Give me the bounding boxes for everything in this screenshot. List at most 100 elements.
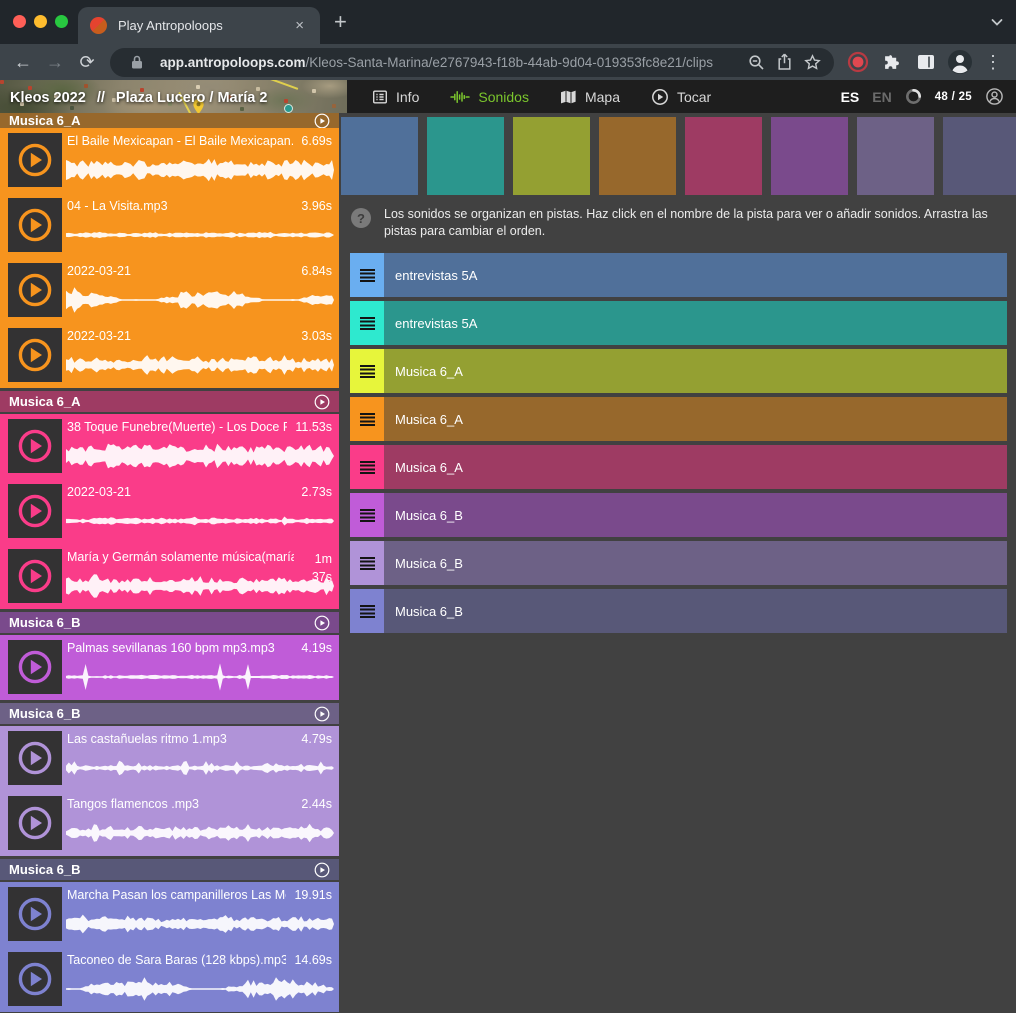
section-play-icon[interactable] [314, 394, 330, 410]
side-panel-icon[interactable] [910, 46, 942, 78]
track-row[interactable]: Musica 6_A [350, 397, 1007, 441]
clip-item[interactable]: 2022-03-21 3.03s [0, 323, 339, 388]
track-drag-handle[interactable] [350, 493, 384, 537]
section-play-icon[interactable] [314, 615, 330, 631]
track-color-swatch[interactable] [341, 117, 418, 195]
clip-item[interactable]: Las castañuelas ritmo 1.mp3 4.79s [0, 726, 339, 791]
clip-duration: 19.91s [294, 888, 332, 902]
nav-mapa[interactable]: Mapa [560, 89, 620, 105]
map-thumbnail[interactable]: Kleos 2022 // Plaza Lucero / María 2 [0, 80, 347, 113]
nav-tocar[interactable]: Tocar [651, 88, 711, 106]
track-name-button[interactable]: Musica 6_A [384, 445, 1007, 489]
section-header[interactable]: Musica 6_A [0, 113, 339, 128]
clipped-section-header[interactable]: Musica 6_A [0, 113, 339, 128]
nav-sonidos[interactable]: Sonidos [450, 89, 529, 105]
track-row[interactable]: Musica 6_B [350, 493, 1007, 537]
browser-tab[interactable]: Play Antropoloops × [78, 7, 320, 44]
track-row[interactable]: Musica 6_B [350, 589, 1007, 633]
track-name-button[interactable]: Musica 6_B [384, 589, 1007, 633]
clip-item[interactable]: Marcha Pasan los campanilleros Las Mejor… [0, 882, 339, 947]
track-drag-handle[interactable] [350, 253, 384, 297]
section-header[interactable]: Musica 6_B [0, 612, 339, 633]
browser-menu-dots-icon[interactable]: ⋮ [978, 47, 1008, 77]
track-name-button[interactable]: Musica 6_B [384, 541, 1007, 585]
clip-play-button[interactable] [8, 952, 62, 1006]
lang-es-button[interactable]: ES [841, 89, 860, 105]
share-icon[interactable] [770, 48, 798, 76]
track-row[interactable]: entrevistas 5A [350, 301, 1007, 345]
minimize-window-button[interactable] [34, 15, 47, 28]
clip-play-button[interactable] [8, 328, 62, 382]
new-tab-button[interactable]: + [334, 9, 347, 35]
back-button[interactable]: ← [8, 47, 38, 77]
clip-item[interactable]: 38 Toque Funebre(Muerte) - Los Doce Par.… [0, 414, 339, 479]
track-drag-handle[interactable] [350, 445, 384, 489]
track-color-swatch[interactable] [599, 117, 676, 195]
tracks-panel: ? Los sonidos se organizan en pistas. Ha… [339, 113, 1016, 1013]
track-name-button[interactable]: entrevistas 5A [384, 253, 1007, 297]
track-color-swatch[interactable] [427, 117, 504, 195]
tab-list-chevron-icon[interactable] [990, 15, 1004, 34]
clip-item[interactable]: 04 - La Visita.mp3 3.96s [0, 193, 339, 258]
track-row[interactable]: Musica 6_A [350, 445, 1007, 489]
clip-play-button[interactable] [8, 549, 62, 603]
waveform-icon [66, 658, 334, 701]
close-tab-icon[interactable]: × [291, 16, 308, 35]
clip-play-button[interactable] [8, 133, 62, 187]
track-row[interactable]: Musica 6_B [350, 541, 1007, 585]
track-drag-handle[interactable] [350, 349, 384, 393]
track-name-button[interactable]: Musica 6_B [384, 493, 1007, 537]
nav-info[interactable]: Info [372, 89, 419, 105]
clip-item[interactable]: El Baile Mexicapan - El Baile Mexicapan.… [0, 128, 339, 193]
lang-en-button[interactable]: EN [872, 89, 891, 105]
track-color-swatch[interactable] [771, 117, 848, 195]
clip-play-button[interactable] [8, 640, 62, 694]
track-row[interactable]: Musica 6_A [350, 349, 1007, 393]
clip-item[interactable]: Taconeo de Sara Baras (128 kbps).mp3 14.… [0, 947, 339, 1012]
clip-play-button[interactable] [8, 484, 62, 538]
track-name-button[interactable]: Musica 6_A [384, 397, 1007, 441]
clip-item[interactable]: 2022-03-21 6.84s [0, 258, 339, 323]
track-name-button[interactable]: entrevistas 5A [384, 301, 1007, 345]
track-row[interactable]: entrevistas 5A [350, 253, 1007, 297]
clip-item[interactable]: Tangos flamencos .mp3 2.44s [0, 791, 339, 856]
bookmark-star-icon[interactable] [798, 48, 826, 76]
track-drag-handle[interactable] [350, 301, 384, 345]
section-header[interactable]: Musica 6_A [0, 391, 339, 412]
zoom-out-icon[interactable] [742, 48, 770, 76]
profile-avatar[interactable] [944, 46, 976, 78]
clip-item[interactable]: 2022-03-21 2.73s [0, 479, 339, 544]
section-header[interactable]: Musica 6_B [0, 703, 339, 724]
clip-play-button[interactable] [8, 796, 62, 850]
clip-play-button[interactable] [8, 263, 62, 317]
track-drag-handle[interactable] [350, 589, 384, 633]
track-drag-handle[interactable] [350, 541, 384, 585]
clip-play-button[interactable] [8, 198, 62, 252]
track-color-swatch[interactable] [685, 117, 762, 195]
clip-play-button[interactable] [8, 887, 62, 941]
clip-item[interactable]: María y Germán solamente música(maría 2.… [0, 544, 339, 609]
section-play-icon[interactable] [314, 706, 330, 722]
breadcrumb-project[interactable]: Kleos 2022 [10, 90, 86, 106]
reload-button[interactable]: ⟳ [72, 47, 102, 77]
account-icon[interactable] [985, 87, 1004, 106]
section-play-icon[interactable] [314, 862, 330, 878]
track-color-swatch[interactable] [857, 117, 934, 195]
extensions-puzzle-icon[interactable] [876, 46, 908, 78]
section-header[interactable]: Musica 6_B [0, 859, 339, 880]
url-bar[interactable]: app.antropoloops.com/Kleos-Santa-Marina/… [110, 48, 834, 77]
section-title: Musica 6_A [9, 394, 314, 409]
track-drag-handle[interactable] [350, 397, 384, 441]
clip-title: 2022-03-21 [67, 485, 131, 499]
close-window-button[interactable] [13, 15, 26, 28]
forward-button[interactable]: → [40, 47, 70, 77]
clip-play-button[interactable] [8, 731, 62, 785]
section-play-icon[interactable] [314, 113, 330, 128]
clip-item[interactable]: Palmas sevillanas 160 bpm mp3.mp3 4.19s [0, 635, 339, 700]
fullscreen-window-button[interactable] [55, 15, 68, 28]
track-color-swatch[interactable] [513, 117, 590, 195]
track-name-button[interactable]: Musica 6_A [384, 349, 1007, 393]
clip-play-button[interactable] [8, 419, 62, 473]
record-extension-icon[interactable] [842, 46, 874, 78]
track-color-swatch[interactable] [943, 117, 1016, 195]
